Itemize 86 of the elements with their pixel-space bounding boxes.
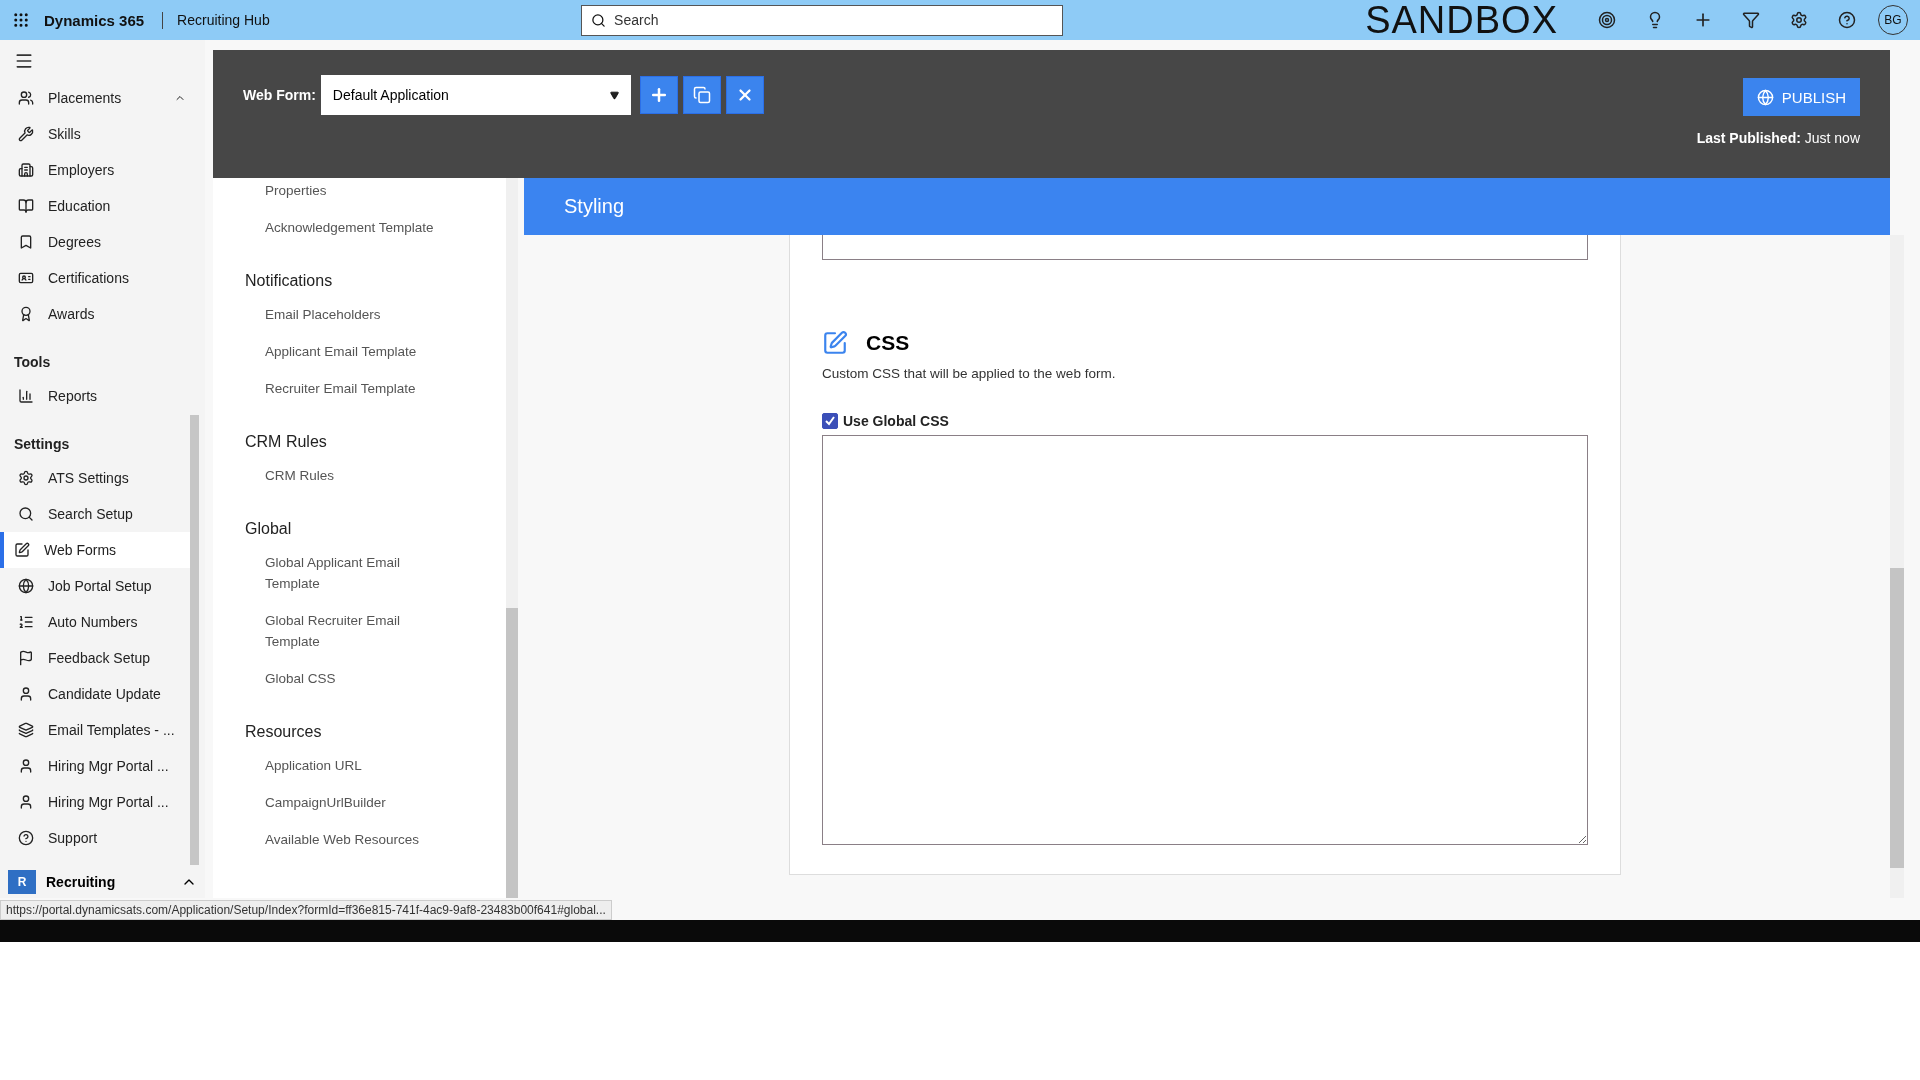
- section-description: Custom CSS that will be applied to the web form.: [822, 366, 1117, 381]
- nav-section-title: Resources: [245, 723, 323, 741]
- nav-link[interactable]: Email Placeholders: [265, 304, 455, 325]
- area-switcher[interactable]: R Recruiting: [0, 866, 205, 898]
- search-icon: [591, 12, 607, 28]
- sidebar-item[interactable]: Email Templates - ...: [0, 712, 190, 748]
- copy-icon: [692, 86, 711, 104]
- building-icon: [18, 162, 34, 178]
- id-card-icon: [18, 270, 34, 286]
- sidebar-item[interactable]: Auto Numbers: [0, 604, 190, 640]
- sidebar-item[interactable]: ATS Settings: [0, 460, 190, 496]
- sidebar-item[interactable]: Hiring Mgr Portal ...: [0, 748, 190, 784]
- wrench-icon: [18, 126, 34, 142]
- nav-link[interactable]: Global CSS: [265, 668, 455, 689]
- globe-icon: [18, 578, 34, 594]
- help-icon: [18, 830, 34, 846]
- area-badge: R: [8, 870, 36, 894]
- search-field[interactable]: Search: [581, 4, 1064, 36]
- search-icon: [18, 506, 34, 522]
- area-label: Recruiting: [46, 874, 117, 890]
- sidebar-item[interactable]: Employers: [0, 152, 190, 188]
- dropdown-caret-icon: [609, 90, 619, 100]
- nav-link[interactable]: CampaignUrlBuilder: [265, 792, 455, 813]
- sidebar-item[interactable]: Skills: [0, 116, 190, 152]
- environment-label: SANDBOX: [1365, 0, 1558, 42]
- globe-icon: [1756, 88, 1774, 106]
- copy-button[interactable]: [682, 76, 721, 114]
- sidebar-item[interactable]: Support: [0, 820, 190, 856]
- sidebar-item[interactable]: Reports: [0, 378, 190, 414]
- bookmark-icon: [18, 234, 34, 250]
- sidebar-item[interactable]: Education: [0, 188, 190, 224]
- panel-title: Styling: [564, 195, 625, 218]
- sidebar-item[interactable]: Awards: [0, 296, 190, 332]
- nav-link[interactable]: Available Web Resources: [265, 829, 455, 850]
- web-form-dropdown[interactable]: Default Application: [320, 75, 631, 115]
- people-icon: [18, 90, 34, 106]
- nav-link[interactable]: Properties: [265, 180, 455, 201]
- sidebar-group-title: Settings: [13, 435, 71, 454]
- layers-icon: [18, 722, 34, 738]
- web-form-label: Web Form:: [243, 87, 316, 103]
- flag-icon: [18, 650, 34, 666]
- nav-link[interactable]: Recruiter Email Template: [265, 378, 455, 399]
- nav-section-title: CRM Rules: [245, 433, 328, 451]
- award-icon: [18, 306, 34, 322]
- area-name[interactable]: Recruiting Hub: [177, 12, 270, 28]
- scrollbar-thumb[interactable]: [190, 415, 199, 865]
- delete-button[interactable]: [725, 76, 764, 114]
- nav-link[interactable]: CRM Rules: [265, 465, 455, 486]
- sidebar-item[interactable]: Web Forms: [0, 532, 190, 568]
- nav-link[interactable]: Acknowledgement Template: [265, 217, 455, 238]
- chart-icon: [18, 388, 34, 404]
- app-launcher-icon[interactable]: [12, 11, 30, 29]
- edit-icon: [14, 542, 30, 558]
- text-area[interactable]: [822, 235, 1588, 260]
- user-icon: [18, 794, 34, 810]
- sidebar-item[interactable]: Certifications: [0, 260, 190, 296]
- sidebar-item[interactable]: Placements: [0, 80, 190, 116]
- user-icon: [18, 686, 34, 702]
- sidebar-item[interactable]: Hiring Mgr Portal ...: [0, 784, 190, 820]
- sidebar-item[interactable]: Feedback Setup: [0, 640, 190, 676]
- sidebar-item[interactable]: Job Portal Setup: [0, 568, 190, 604]
- add-button[interactable]: [639, 76, 678, 114]
- settings-icon: [18, 470, 34, 486]
- list-icon: [18, 614, 34, 630]
- sidebar-group-title: Tools: [13, 353, 52, 372]
- section-title: CSS: [866, 331, 910, 355]
- sidebar-item[interactable]: Candidate Update: [0, 676, 190, 712]
- user-icon: [18, 758, 34, 774]
- scrollbar-thumb[interactable]: [1890, 568, 1904, 868]
- nav-link[interactable]: Global Recruiter Email Template: [265, 610, 455, 652]
- sidebar-item[interactable]: Search Setup: [0, 496, 190, 532]
- publish-button[interactable]: PUBLISH: [1742, 78, 1860, 116]
- nav-link[interactable]: Application URL: [265, 755, 455, 776]
- nav-section-title: Global: [245, 520, 293, 538]
- nav-link[interactable]: Global Applicant Email Template: [265, 552, 455, 594]
- nav-link[interactable]: Applicant Email Template: [265, 341, 455, 362]
- edit-icon: [822, 330, 848, 356]
- book-icon: [18, 198, 34, 214]
- last-published-text: Last Published: Just now: [1696, 130, 1860, 146]
- sidebar-item[interactable]: Degrees: [0, 224, 190, 260]
- checkbox[interactable]: [822, 413, 838, 429]
- scrollbar-thumb[interactable]: [506, 608, 518, 898]
- status-url: https://portal.dynamicsats.com/Application/Setup/Index?formId=ff36e815-741f-4ac9-9af8-23483b00f641#global...: [0, 900, 612, 920]
- nav-section-title: Notifications: [245, 272, 334, 290]
- checkbox-label[interactable]: Use Global CSS: [843, 413, 949, 429]
- app-name[interactable]: Dynamics 365: [44, 11, 164, 29]
